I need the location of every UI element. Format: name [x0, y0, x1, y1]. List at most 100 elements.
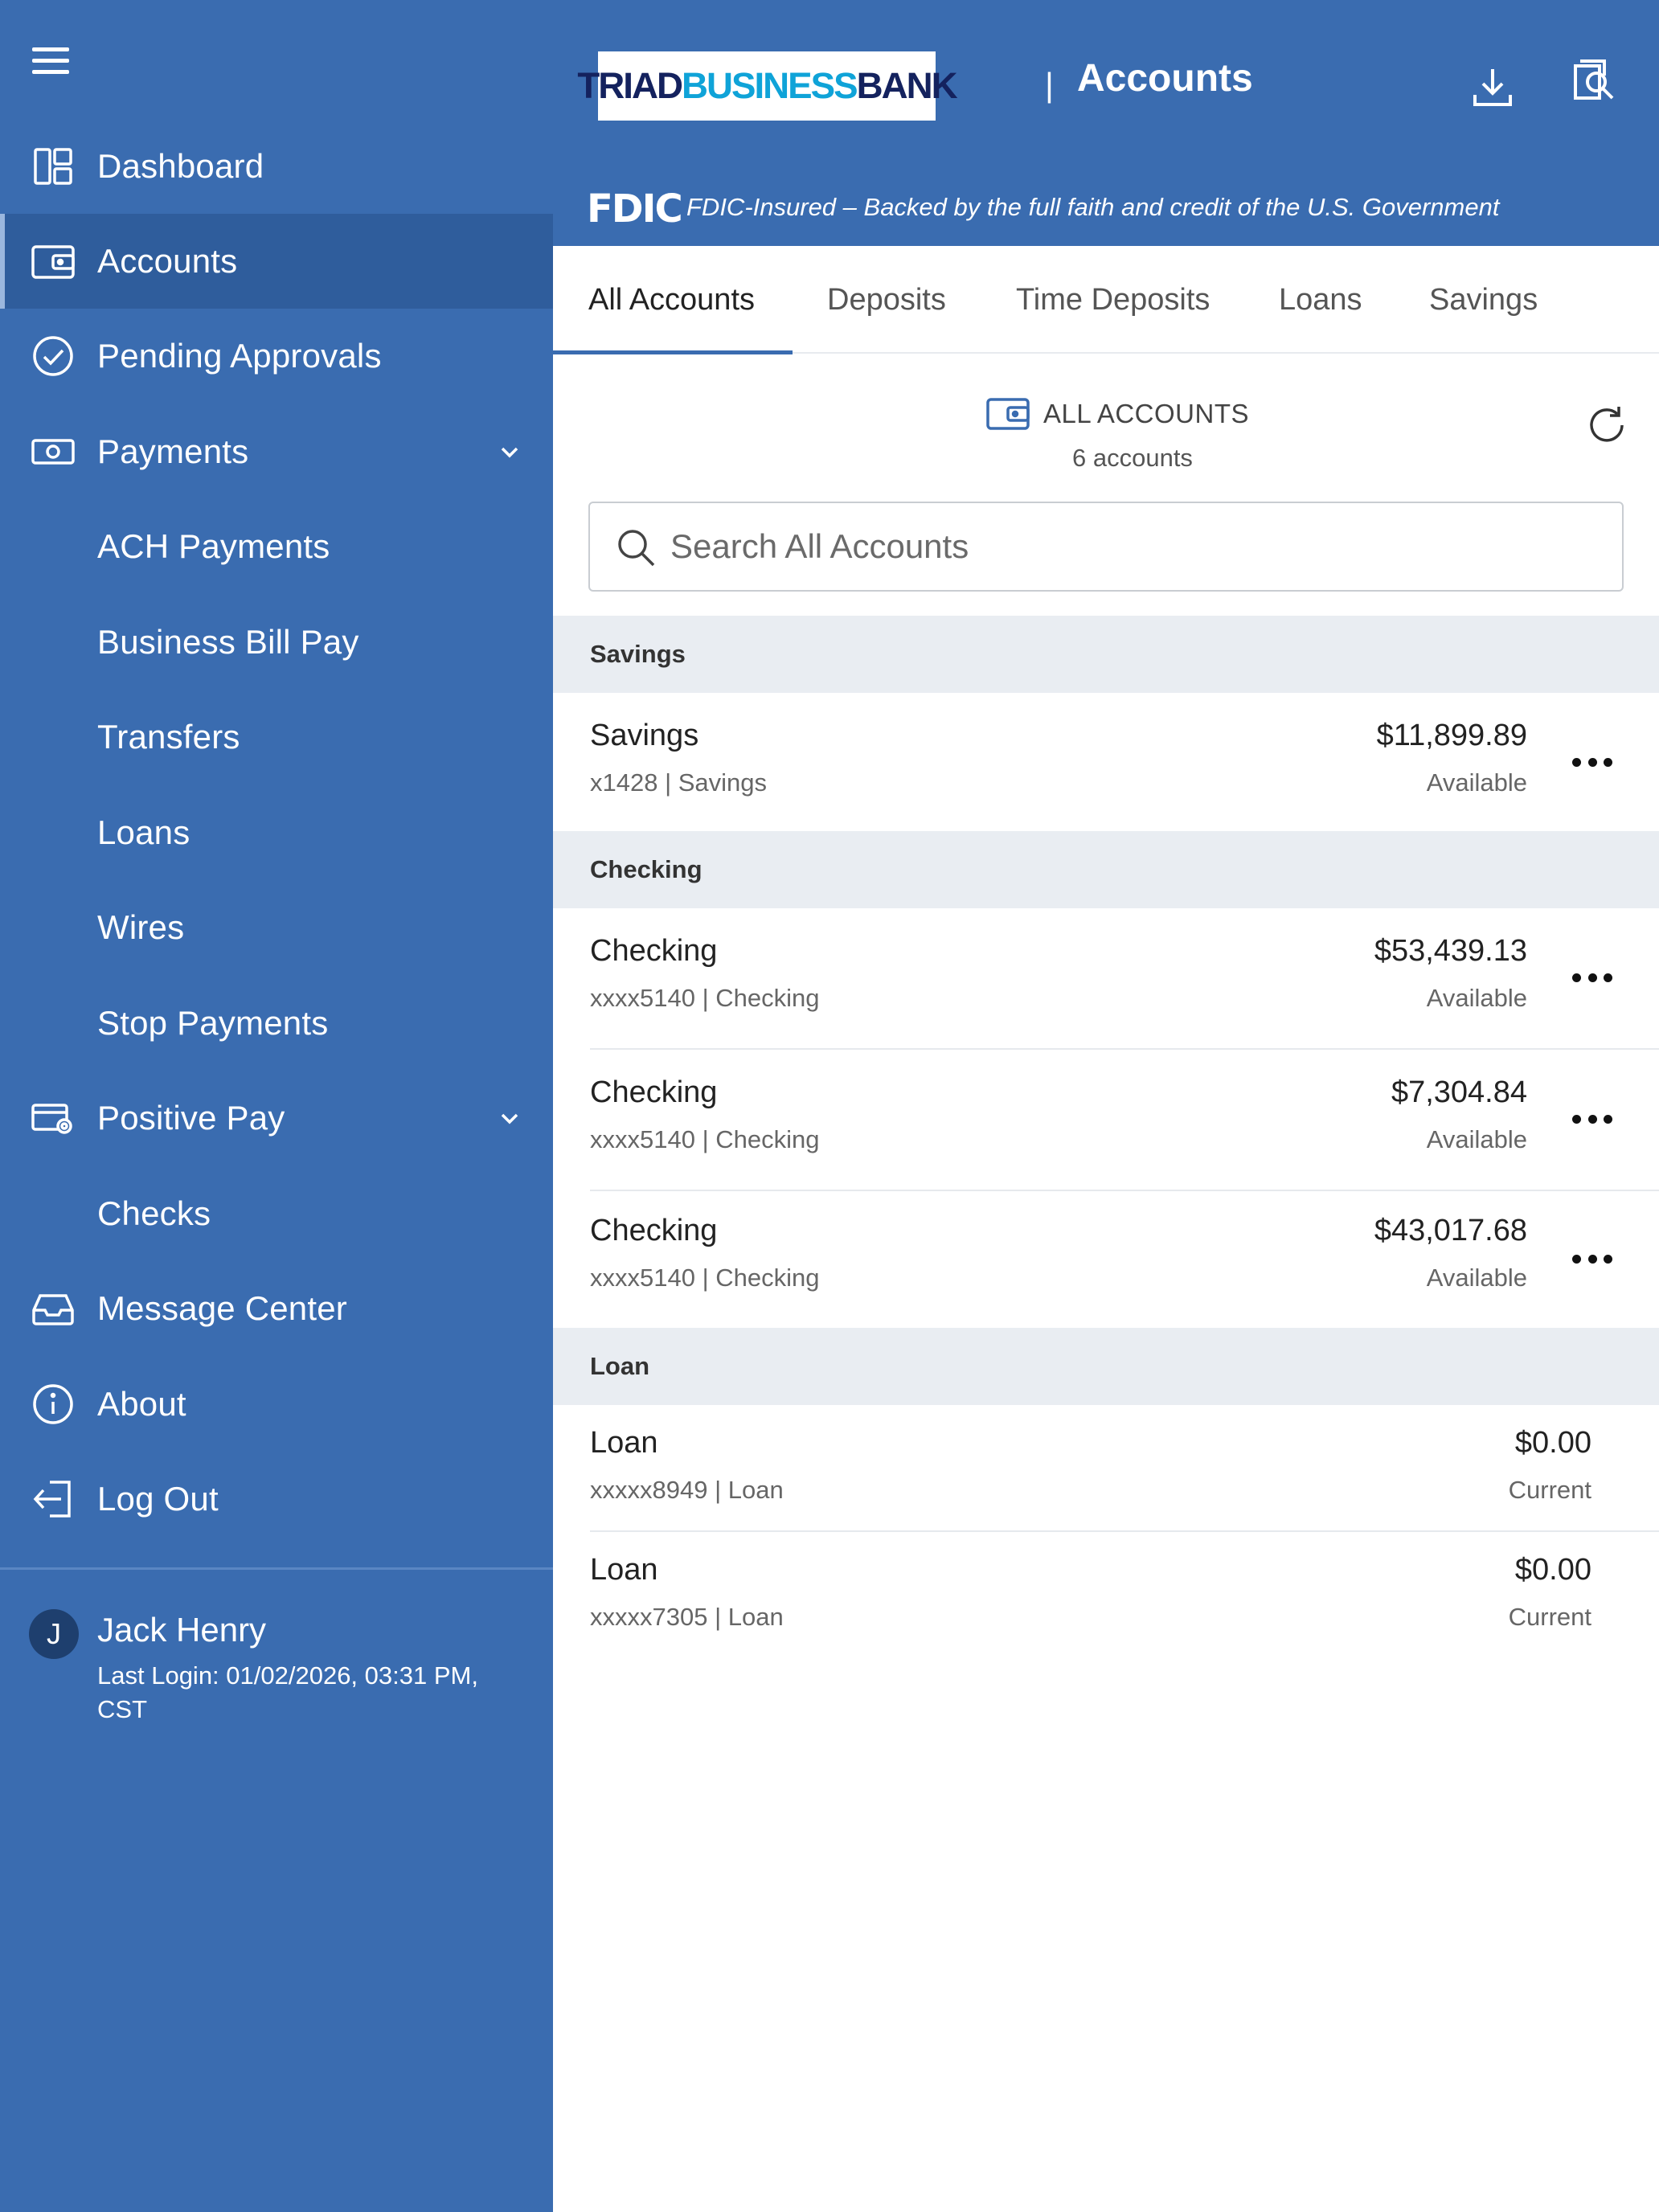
account-row[interactable]: Checking xxxx5140 | Checking $7,304.84 A…: [553, 1050, 1659, 1191]
account-balance: $43,017.68: [1374, 1214, 1527, 1247]
search-field[interactable]: [588, 502, 1624, 592]
dashboard-icon: [31, 144, 76, 189]
account-name: Loan: [590, 1553, 658, 1587]
account-name: Checking: [590, 1075, 718, 1109]
account-row[interactable]: Loan xxxxx7305 | Loan $0.00 Current: [553, 1532, 1659, 1659]
user-name: Jack Henry: [97, 1611, 267, 1649]
sidebar-item-about[interactable]: About: [0, 1357, 553, 1452]
inbox-icon: [31, 1286, 76, 1331]
summary-count: 6 accounts: [1072, 444, 1193, 472]
sidebar: Dashboard Accounts Pending Approvals Pay…: [0, 0, 553, 2212]
avatar[interactable]: J: [29, 1609, 79, 1659]
account-balance: $53,439.13: [1374, 934, 1527, 968]
account-tabs: All Accounts Deposits Time Deposits Loan…: [553, 246, 1659, 354]
active-tab-indicator: [553, 350, 793, 354]
search-icon: [614, 526, 659, 571]
sidebar-item-label: Payments: [97, 432, 249, 470]
balance-status: Available: [1426, 1125, 1527, 1153]
more-options-icon[interactable]: [1572, 754, 1612, 770]
refresh-icon[interactable]: [1582, 400, 1632, 450]
sidebar-item-checks[interactable]: Checks: [0, 1166, 553, 1261]
group-header-savings: Savings: [553, 616, 1659, 693]
sidebar-item-dashboard[interactable]: Dashboard: [0, 119, 553, 214]
sidebar-item-payments[interactable]: Payments: [0, 404, 553, 499]
more-options-icon[interactable]: [1572, 969, 1612, 985]
chevron-down-icon[interactable]: [494, 436, 526, 468]
sidebar-item-label: Message Center: [97, 1289, 347, 1327]
sidebar-item-label: Dashboard: [97, 147, 264, 185]
account-number: xxxx5140 | Checking: [590, 984, 820, 1012]
account-number: xxxx5140 | Checking: [590, 1125, 820, 1153]
info-icon: [31, 1382, 76, 1427]
sidebar-item-label: Stop Payments: [97, 1004, 329, 1042]
sidebar-item-loans[interactable]: Loans: [0, 785, 553, 880]
tab-deposits[interactable]: Deposits: [827, 246, 946, 354]
page-title: Accounts: [1077, 57, 1253, 100]
account-number: xxxxx8949 | Loan: [590, 1476, 784, 1504]
sidebar-item-wires[interactable]: Wires: [0, 880, 553, 975]
sidebar-item-pending-approvals[interactable]: Pending Approvals: [0, 309, 553, 403]
sidebar-item-stop-payments[interactable]: Stop Payments: [0, 976, 553, 1071]
check-circle-icon: [31, 334, 76, 379]
sidebar-divider: [0, 1567, 553, 1570]
more-options-icon[interactable]: [1572, 1251, 1612, 1267]
account-row[interactable]: Savings x1428 | Savings $11,899.89 Avail…: [553, 693, 1659, 831]
download-icon[interactable]: [1467, 61, 1518, 113]
sidebar-item-label: About: [97, 1385, 186, 1423]
account-name: Checking: [590, 1214, 718, 1247]
sidebar-item-label: ACH Payments: [97, 527, 330, 565]
account-balance: $0.00: [1514, 1553, 1591, 1587]
sidebar-item-message-center[interactable]: Message Center: [0, 1261, 553, 1356]
more-options-icon[interactable]: [1572, 1111, 1612, 1127]
sidebar-item-label: Log Out: [97, 1480, 219, 1518]
sidebar-item-label: Positive Pay: [97, 1099, 285, 1137]
balance-status: Current: [1508, 1476, 1591, 1504]
wallet-icon: [31, 239, 76, 284]
group-header-checking: Checking: [553, 831, 1659, 908]
fdic-logo: FDIC: [587, 186, 683, 231]
sidebar-item-label: Loans: [97, 813, 190, 851]
sidebar-item-label: Transfers: [97, 718, 240, 756]
sidebar-item-accounts[interactable]: Accounts: [0, 214, 553, 309]
account-name: Savings: [590, 719, 699, 752]
balance-status: Available: [1426, 768, 1527, 797]
sidebar-item-ach-payments[interactable]: ACH Payments: [0, 499, 553, 594]
wallet-icon: [985, 395, 1030, 432]
header-divider: |: [1045, 66, 1054, 104]
account-balance: $0.00: [1514, 1426, 1591, 1460]
sidebar-item-transfers[interactable]: Transfers: [0, 690, 553, 784]
sidebar-item-label: Checks: [97, 1194, 211, 1232]
search-input[interactable]: [670, 503, 1611, 590]
tab-loans[interactable]: Loans: [1279, 246, 1362, 354]
account-number: xxxxx7305 | Loan: [590, 1603, 784, 1631]
summary-title: ALL ACCOUNTS: [1043, 399, 1250, 428]
account-row[interactable]: Loan xxxxx8949 | Loan $0.00 Current: [553, 1405, 1659, 1532]
group-header-loan: Loan: [553, 1328, 1659, 1405]
account-row[interactable]: Checking xxxx5140 | Checking $43,017.68 …: [553, 1191, 1659, 1328]
chevron-down-icon[interactable]: [494, 1102, 526, 1134]
account-number: xxxx5140 | Checking: [590, 1264, 820, 1292]
account-row[interactable]: Checking xxxx5140 | Checking $53,439.13 …: [553, 908, 1659, 1050]
account-balance: $7,304.84: [1391, 1075, 1527, 1109]
sidebar-item-label: Business Bill Pay: [97, 623, 359, 661]
header: TRIAD BUSINESS BANK | Accounts FDIC FDIC-I…: [553, 0, 1659, 246]
tab-savings[interactable]: Savings: [1429, 246, 1538, 354]
balance-status: Available: [1426, 984, 1527, 1012]
bank-logo[interactable]: TRIAD BUSINESS BANK: [577, 51, 958, 121]
sidebar-item-log-out[interactable]: Log Out: [0, 1452, 553, 1546]
sidebar-item-label: Pending Approvals: [97, 337, 382, 375]
menu-icon[interactable]: [32, 42, 69, 79]
fdic-disclaimer: FDIC-Insured – Backed by the full faith …: [686, 193, 1500, 221]
account-name: Checking: [590, 934, 718, 968]
sidebar-item-business-bill-pay[interactable]: Business Bill Pay: [0, 595, 553, 690]
tab-time-deposits[interactable]: Time Deposits: [1016, 246, 1210, 354]
money-icon: [31, 429, 76, 474]
balance-status: Current: [1508, 1603, 1591, 1631]
account-name: Loan: [590, 1426, 658, 1460]
balance-status: Available: [1426, 1264, 1527, 1292]
account-number: x1428 | Savings: [590, 768, 768, 797]
document-search-icon[interactable]: [1569, 53, 1620, 104]
last-login: Last Login: 01/02/2026, 03:31 PM, CST: [97, 1661, 478, 1723]
sidebar-item-positive-pay[interactable]: Positive Pay: [0, 1071, 553, 1165]
tab-all-accounts[interactable]: All Accounts: [588, 246, 755, 354]
